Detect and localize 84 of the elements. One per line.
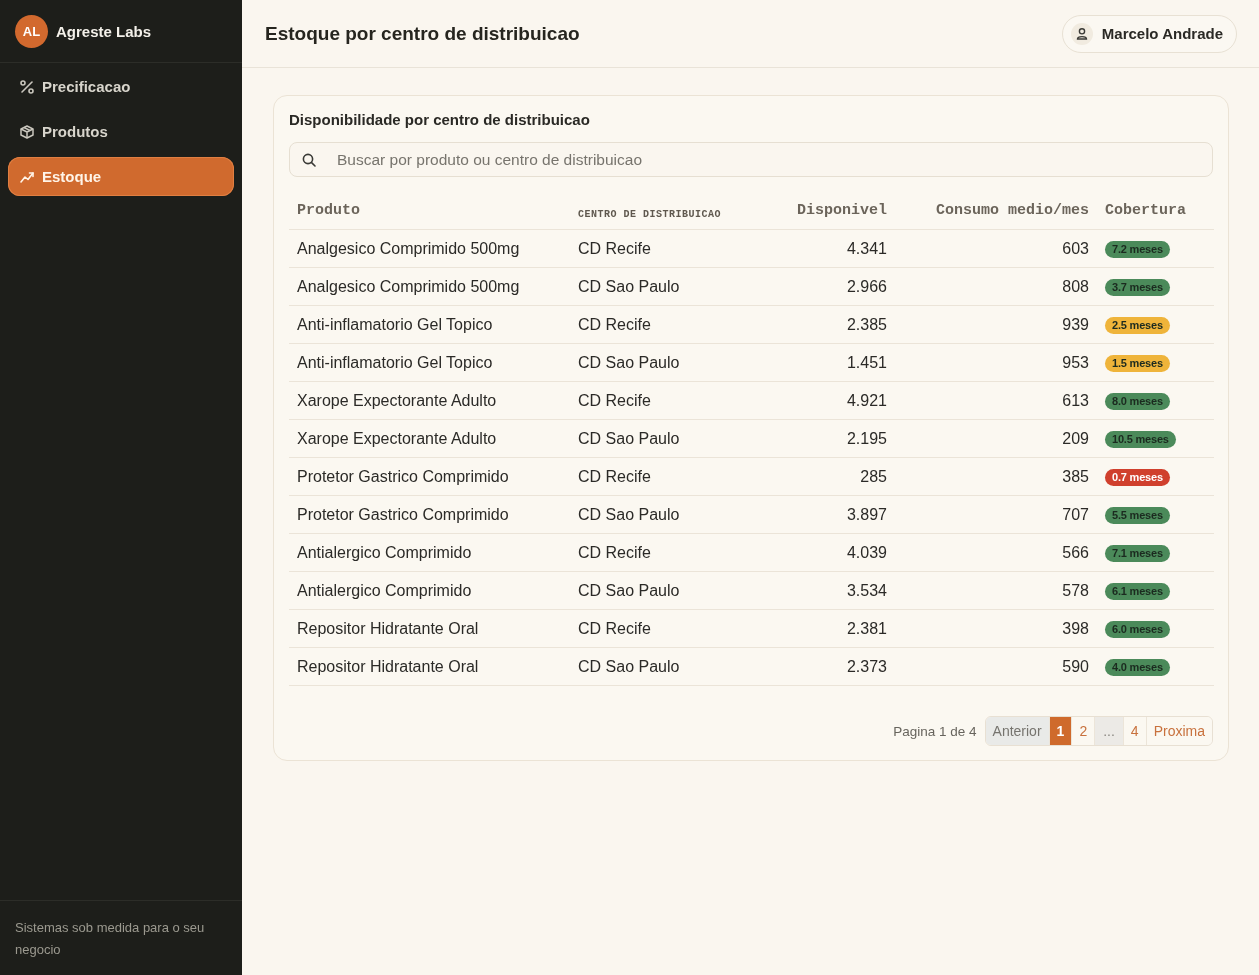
column-header: Disponivel <box>761 192 895 230</box>
table-cell: 2.195 <box>761 419 895 458</box>
coverage-badge: 4.0 meses <box>1105 659 1170 676</box>
table-cell: Anti-inflamatorio Gel Topico <box>289 305 570 344</box>
table-cell: 1.451 <box>761 343 895 382</box>
table-cell: 939 <box>895 305 1097 344</box>
table-cell: 613 <box>895 381 1097 420</box>
table-cell: 398 <box>895 609 1097 648</box>
percent-icon <box>20 79 34 94</box>
table-cell: Xarope Expectorante Adulto <box>289 419 570 458</box>
table-cell: Anti-inflamatorio Gel Topico <box>289 343 570 382</box>
table-cell: 3.534 <box>761 571 895 610</box>
nav-item[interactable]: Produtos <box>8 112 234 151</box>
coverage-badge: 7.1 meses <box>1105 545 1170 562</box>
coverage-badge: 8.0 meses <box>1105 393 1170 410</box>
footer-text: Sistemas sob medida para o seu negocio <box>15 919 206 959</box>
table-cell: 4.039 <box>761 533 895 572</box>
table-cell: 4.921 <box>761 381 895 420</box>
table-cell: 209 <box>895 419 1097 458</box>
coverage-badge: 5.5 meses <box>1105 507 1170 524</box>
table-cell: Repositor Hidratante Oral <box>289 609 570 648</box>
page-summary: Pagina 1 de 4 <box>893 723 977 739</box>
table-cell: Antialergico Comprimido <box>289 533 570 572</box>
column-header: Produto <box>289 192 570 230</box>
table-cell: Analgesico Comprimido 500mg <box>289 229 570 268</box>
brand-name: Agreste Labs <box>56 22 152 40</box>
table-cell: 2.381 <box>761 609 895 648</box>
table-cell: 707 <box>895 495 1097 534</box>
table-cell: Protetor Gastrico Comprimido <box>289 457 570 496</box>
table-cell: 603 <box>895 229 1097 268</box>
column-header: Consumo medio/mes <box>895 192 1097 230</box>
table-cell: 3.897 <box>761 495 895 534</box>
page-ellipsis: ... <box>1094 717 1123 745</box>
table-cell: CD Sao Paulo <box>570 571 761 610</box>
table-cell: 385 <box>895 457 1097 496</box>
coverage-badge: 3.7 meses <box>1105 279 1170 296</box>
table-cell: Xarope Expectorante Adulto <box>289 381 570 420</box>
coverage-badge: 6.0 meses <box>1105 621 1170 638</box>
table-cell: CD Recife <box>570 533 761 572</box>
card-title: Disponibilidade por centro de distribuicao <box>289 110 591 130</box>
trend-up-icon <box>20 169 34 184</box>
nav-item[interactable]: Estoque <box>8 157 234 196</box>
table-cell: CD Sao Paulo <box>570 343 761 382</box>
table-cell: 285 <box>761 457 895 496</box>
page-button[interactable]: 1 <box>1048 717 1072 745</box>
table-cell: Antialergico Comprimido <box>289 571 570 610</box>
coverage-badge: 0.7 meses <box>1105 469 1170 486</box>
table-cell: CD Recife <box>570 381 761 420</box>
table-cell: CD Sao Paulo <box>570 647 761 686</box>
table-cell: 4.341 <box>761 229 895 268</box>
table-cell: Analgesico Comprimido 500mg <box>289 267 570 306</box>
search-field[interactable]: Buscar por produto ou centro de distribuicao <box>289 142 1213 177</box>
table-cell: CD Recife <box>570 609 761 648</box>
coverage-badge: 6.1 meses <box>1105 583 1170 600</box>
table-cell: 953 <box>895 343 1097 382</box>
coverage-badge: 10.5 meses <box>1105 431 1176 448</box>
table-cell: CD Sao Paulo <box>570 495 761 534</box>
coverage-badge: 2.5 meses <box>1105 317 1170 334</box>
brand-avatar: AL <box>15 14 48 48</box>
table-cell: Repositor Hidratante Oral <box>289 647 570 686</box>
table-cell: CD Sao Paulo <box>570 419 761 458</box>
table-cell: 2.373 <box>761 647 895 686</box>
table-cell: CD Recife <box>570 305 761 344</box>
user-icon <box>1070 22 1093 45</box>
column-header: Cobertura <box>1097 192 1214 230</box>
user-menu-button[interactable]: Marcelo Andrade <box>1061 14 1237 53</box>
nav-item[interactable]: Precificacao <box>8 67 234 106</box>
next-page-button[interactable]: Proxima <box>1145 717 1212 745</box>
table-cell: CD Recife <box>570 229 761 268</box>
table-cell: Protetor Gastrico Comprimido <box>289 495 570 534</box>
cube-icon <box>20 124 34 139</box>
table-cell: CD Sao Paulo <box>570 267 761 306</box>
page-title: Estoque por centro de distribuicao <box>265 22 580 45</box>
coverage-badge: 7.2 meses <box>1105 241 1170 258</box>
table-cell: 566 <box>895 533 1097 572</box>
column-header: CENTRO DE DISTRIBUICAO <box>570 192 761 230</box>
table-cell: 2.385 <box>761 305 895 344</box>
table-cell: 578 <box>895 571 1097 610</box>
search-icon <box>302 153 316 167</box>
table-cell: 590 <box>895 647 1097 686</box>
coverage-badge: 1.5 meses <box>1105 355 1170 372</box>
table-cell: CD Recife <box>570 457 761 496</box>
table-cell: 2.966 <box>761 267 895 306</box>
table-cell: 808 <box>895 267 1097 306</box>
